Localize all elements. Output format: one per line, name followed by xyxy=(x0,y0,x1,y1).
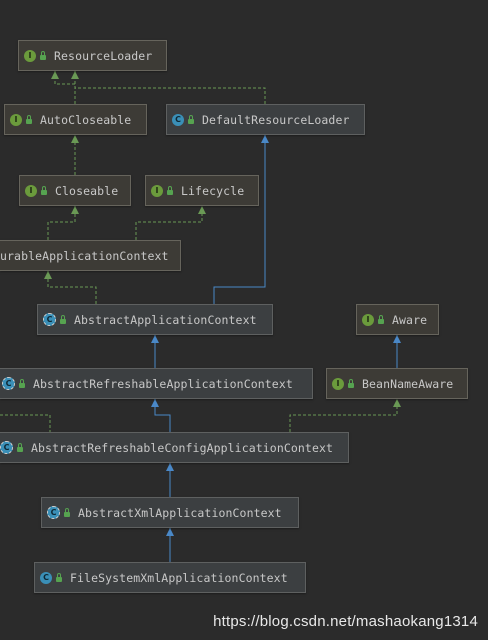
node-label: AbstractApplicationContext xyxy=(74,312,257,327)
interface-icon: I xyxy=(25,184,37,197)
node-label: ResourceLoader xyxy=(54,48,153,63)
edge-arrowhead xyxy=(166,463,174,471)
class-icon: C xyxy=(172,113,184,126)
inheritance-edge xyxy=(213,135,266,304)
node-label: AbstractRefreshableConfigApplicationCont… xyxy=(31,440,334,455)
public-lock-icon xyxy=(17,442,23,452)
node-configurable-application-context[interactable]: urableApplicationContext xyxy=(0,240,181,271)
abstract-class-icon: C xyxy=(47,506,60,519)
node-resource-loader[interactable]: I ResourceLoader xyxy=(18,40,167,71)
edge-arrowhead xyxy=(198,206,206,214)
node-abstract-application-context[interactable]: C AbstractApplicationContext xyxy=(37,304,273,335)
class-icon: C xyxy=(40,571,52,584)
node-abstract-xml-application-context[interactable]: C AbstractXmlApplicationContext xyxy=(41,497,299,528)
edge-arrowhead xyxy=(393,335,401,343)
edge-arrowhead xyxy=(151,335,159,343)
node-label: Aware xyxy=(392,312,428,327)
interface-icon: I xyxy=(10,113,22,126)
node-label: AutoCloseable xyxy=(40,112,132,127)
edge-arrowhead xyxy=(71,206,79,214)
public-lock-icon xyxy=(378,314,384,324)
edge-arrowhead xyxy=(166,528,174,536)
interface-icon: I xyxy=(24,49,36,62)
public-lock-icon xyxy=(41,185,47,195)
public-lock-icon xyxy=(60,314,66,324)
node-closeable[interactable]: I Closeable xyxy=(19,175,131,206)
interface-icon: I xyxy=(151,184,163,197)
node-auto-closeable[interactable]: I AutoCloseable xyxy=(4,104,147,135)
interface-icon: I xyxy=(332,377,344,390)
inheritance-edge xyxy=(289,399,398,432)
node-bean-name-aware[interactable]: I BeanNameAware xyxy=(326,368,468,399)
public-lock-icon xyxy=(56,572,62,582)
node-label: AbstractXmlApplicationContext xyxy=(78,505,282,520)
uml-diagram: I ResourceLoader I AutoCloseable C Defau… xyxy=(0,0,488,640)
abstract-class-icon: C xyxy=(2,377,15,390)
public-lock-icon xyxy=(40,50,46,60)
node-label: Closeable xyxy=(55,183,119,198)
public-lock-icon xyxy=(348,378,354,388)
edge-arrowhead xyxy=(44,271,52,279)
edge-arrowhead xyxy=(51,71,59,79)
public-lock-icon xyxy=(19,378,25,388)
node-abstract-refreshable-application-context[interactable]: C AbstractRefreshableApplicationContext xyxy=(0,368,313,399)
interface-icon: I xyxy=(362,313,374,326)
node-aware[interactable]: I Aware xyxy=(356,304,439,335)
public-lock-icon xyxy=(26,114,32,124)
edge-arrowhead xyxy=(393,399,401,407)
abstract-class-icon: C xyxy=(43,313,56,326)
node-label: urableApplicationContext xyxy=(0,248,169,263)
node-default-resource-loader[interactable]: C DefaultResourceLoader xyxy=(166,104,365,135)
edge-arrowhead xyxy=(71,135,79,143)
inheritance-edge xyxy=(47,271,97,304)
node-label: FileSystemXmlApplicationContext xyxy=(70,570,288,585)
abstract-class-icon: C xyxy=(0,441,13,454)
inheritance-edge xyxy=(47,206,76,240)
edge-arrowhead xyxy=(71,71,79,79)
node-lifecycle[interactable]: I Lifecycle xyxy=(145,175,259,206)
node-label: BeanNameAware xyxy=(362,376,454,391)
node-label: Lifecycle xyxy=(181,183,245,198)
public-lock-icon xyxy=(64,507,70,517)
inheritance-edge xyxy=(135,206,203,240)
public-lock-icon xyxy=(188,114,194,124)
edge-arrowhead xyxy=(261,135,269,143)
node-abstract-refreshable-config-application-context[interactable]: C AbstractRefreshableConfigApplicationCo… xyxy=(0,432,349,463)
public-lock-icon xyxy=(167,185,173,195)
inheritance-edge xyxy=(74,71,266,104)
inheritance-edge xyxy=(54,71,76,104)
node-file-system-xml-application-context[interactable]: C FileSystemXmlApplicationContext xyxy=(34,562,306,593)
inheritance-edge xyxy=(0,414,51,432)
edge-arrowhead xyxy=(151,399,159,407)
watermark-text: https://blog.csdn.net/mashaokang1314 xyxy=(213,613,478,630)
node-label: DefaultResourceLoader xyxy=(202,112,350,127)
node-label: AbstractRefreshableApplicationContext xyxy=(33,376,293,391)
